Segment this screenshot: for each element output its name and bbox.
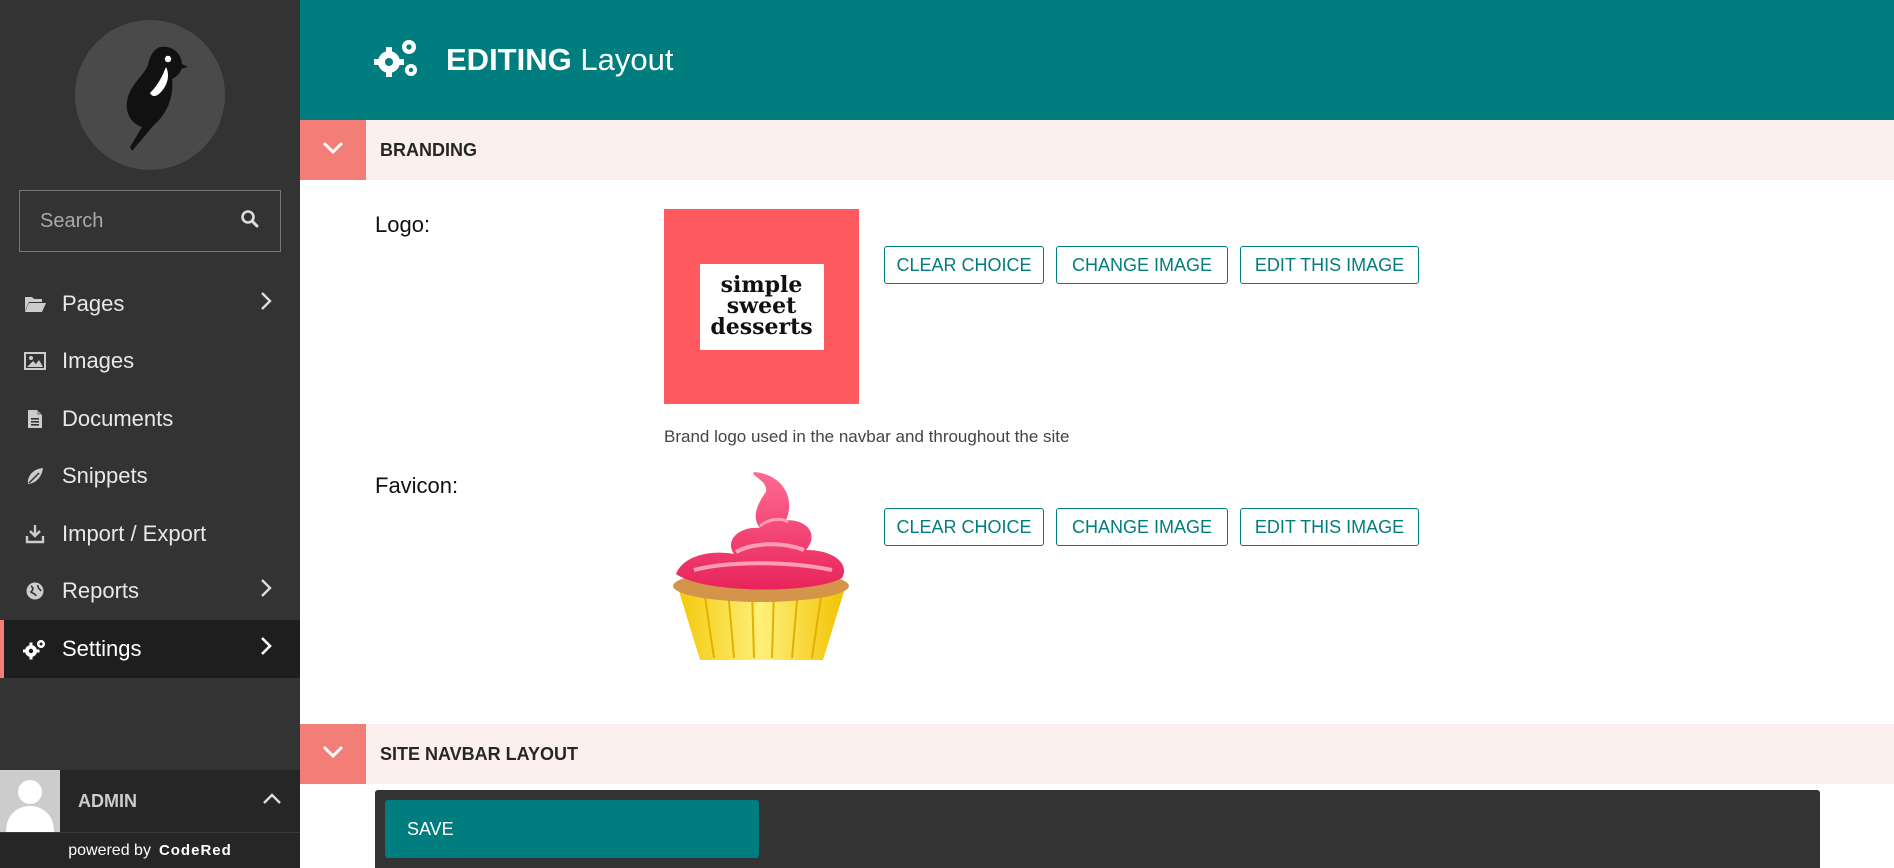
cogs-icon (373, 36, 421, 85)
download-icon (22, 521, 48, 547)
document-icon (22, 406, 48, 432)
sidebar-item-label: Images (62, 348, 135, 374)
cupcake-image (673, 472, 849, 660)
navbar-panel-header[interactable]: SITE NAVBAR LAYOUT (300, 724, 1894, 784)
powered-by-text: powered by (68, 841, 151, 859)
sidebar-item-label: Reports (62, 578, 140, 604)
chevron-down-icon (322, 141, 344, 160)
panel-title: SITE NAVBAR LAYOUT (380, 743, 579, 764)
page-title-subject: Layout (580, 42, 674, 77)
page-title: EDITING Layout (446, 42, 673, 78)
page-title-action: EDITING (446, 42, 572, 77)
logo-image-card: simple sweet desserts (699, 263, 824, 350)
sidebar-item-pages[interactable]: Pages (0, 275, 300, 333)
sidebar-item-label: Import / Export (62, 520, 207, 546)
powered-by: powered by CodeRed (0, 832, 300, 868)
sidebar-item-label: Documents (62, 405, 174, 431)
save-button[interactable]: SAVE (385, 800, 759, 858)
collapse-toggle[interactable] (300, 724, 366, 784)
account-name: ADMIN (78, 790, 137, 811)
bird-icon (126, 46, 188, 151)
branding-panel-header[interactable]: BRANDING (300, 120, 1894, 180)
favicon-label: Favicon: (375, 473, 459, 498)
sidebar-item-settings[interactable]: Settings (0, 620, 300, 678)
logo-text-line: desserts (710, 314, 813, 340)
logo-label: Logo: (375, 212, 431, 237)
logo-edit-image-button[interactable]: EDIT THIS IMAGE (1240, 246, 1419, 284)
avatar (0, 770, 60, 832)
powered-by-brand[interactable]: CodeRed (159, 842, 232, 859)
chevron-right-icon (260, 636, 272, 662)
chevron-right-icon (260, 578, 272, 604)
sidebar-item-images[interactable]: Images (0, 333, 300, 391)
logo-help-text: Brand logo used in the navbar and throug… (664, 427, 1070, 446)
search-input[interactable] (40, 209, 220, 233)
sidebar-item-label: Settings (62, 635, 142, 661)
wagtail-logo[interactable] (75, 20, 225, 170)
sidebar: Pages Images Documents Snippets Impor (0, 0, 300, 868)
chevron-up-icon (262, 792, 282, 810)
footer-action-bar: SAVE (375, 790, 1820, 868)
search-icon[interactable] (240, 209, 260, 234)
chevron-down-icon (322, 745, 344, 764)
sidebar-item-import-export[interactable]: Import / Export (0, 505, 300, 563)
favicon-change-image-button[interactable]: CHANGE IMAGE (1056, 508, 1228, 546)
panel-title: BRANDING (380, 139, 477, 160)
sidebar-item-label: Pages (62, 290, 125, 316)
account-menu[interactable]: ADMIN (0, 770, 300, 832)
logo-clear-choice-button[interactable]: CLEAR CHOICE (884, 246, 1044, 284)
globe-icon (22, 578, 48, 604)
cogs-icon (22, 636, 48, 662)
sidebar-item-reports[interactable]: Reports (0, 563, 300, 621)
favicon-clear-choice-button[interactable]: CLEAR CHOICE (884, 508, 1044, 546)
favicon-edit-image-button[interactable]: EDIT THIS IMAGE (1240, 508, 1419, 546)
search-box (19, 190, 281, 252)
logo-preview: simple sweet desserts (664, 209, 859, 404)
sidebar-item-documents[interactable]: Documents (0, 390, 300, 448)
page-header: EDITING Layout (300, 0, 1894, 120)
sidebar-nav: Pages Images Documents Snippets Import /… (0, 275, 300, 678)
logo-change-image-button[interactable]: CHANGE IMAGE (1056, 246, 1228, 284)
snippet-icon (22, 463, 48, 489)
sidebar-item-label: Snippets (62, 463, 148, 489)
sidebar-item-snippets[interactable]: Snippets (0, 448, 300, 506)
favicon-preview (664, 470, 859, 665)
image-icon (22, 348, 48, 374)
collapse-toggle[interactable] (300, 120, 366, 180)
chevron-right-icon (260, 291, 272, 317)
folder-open-icon (22, 291, 48, 317)
